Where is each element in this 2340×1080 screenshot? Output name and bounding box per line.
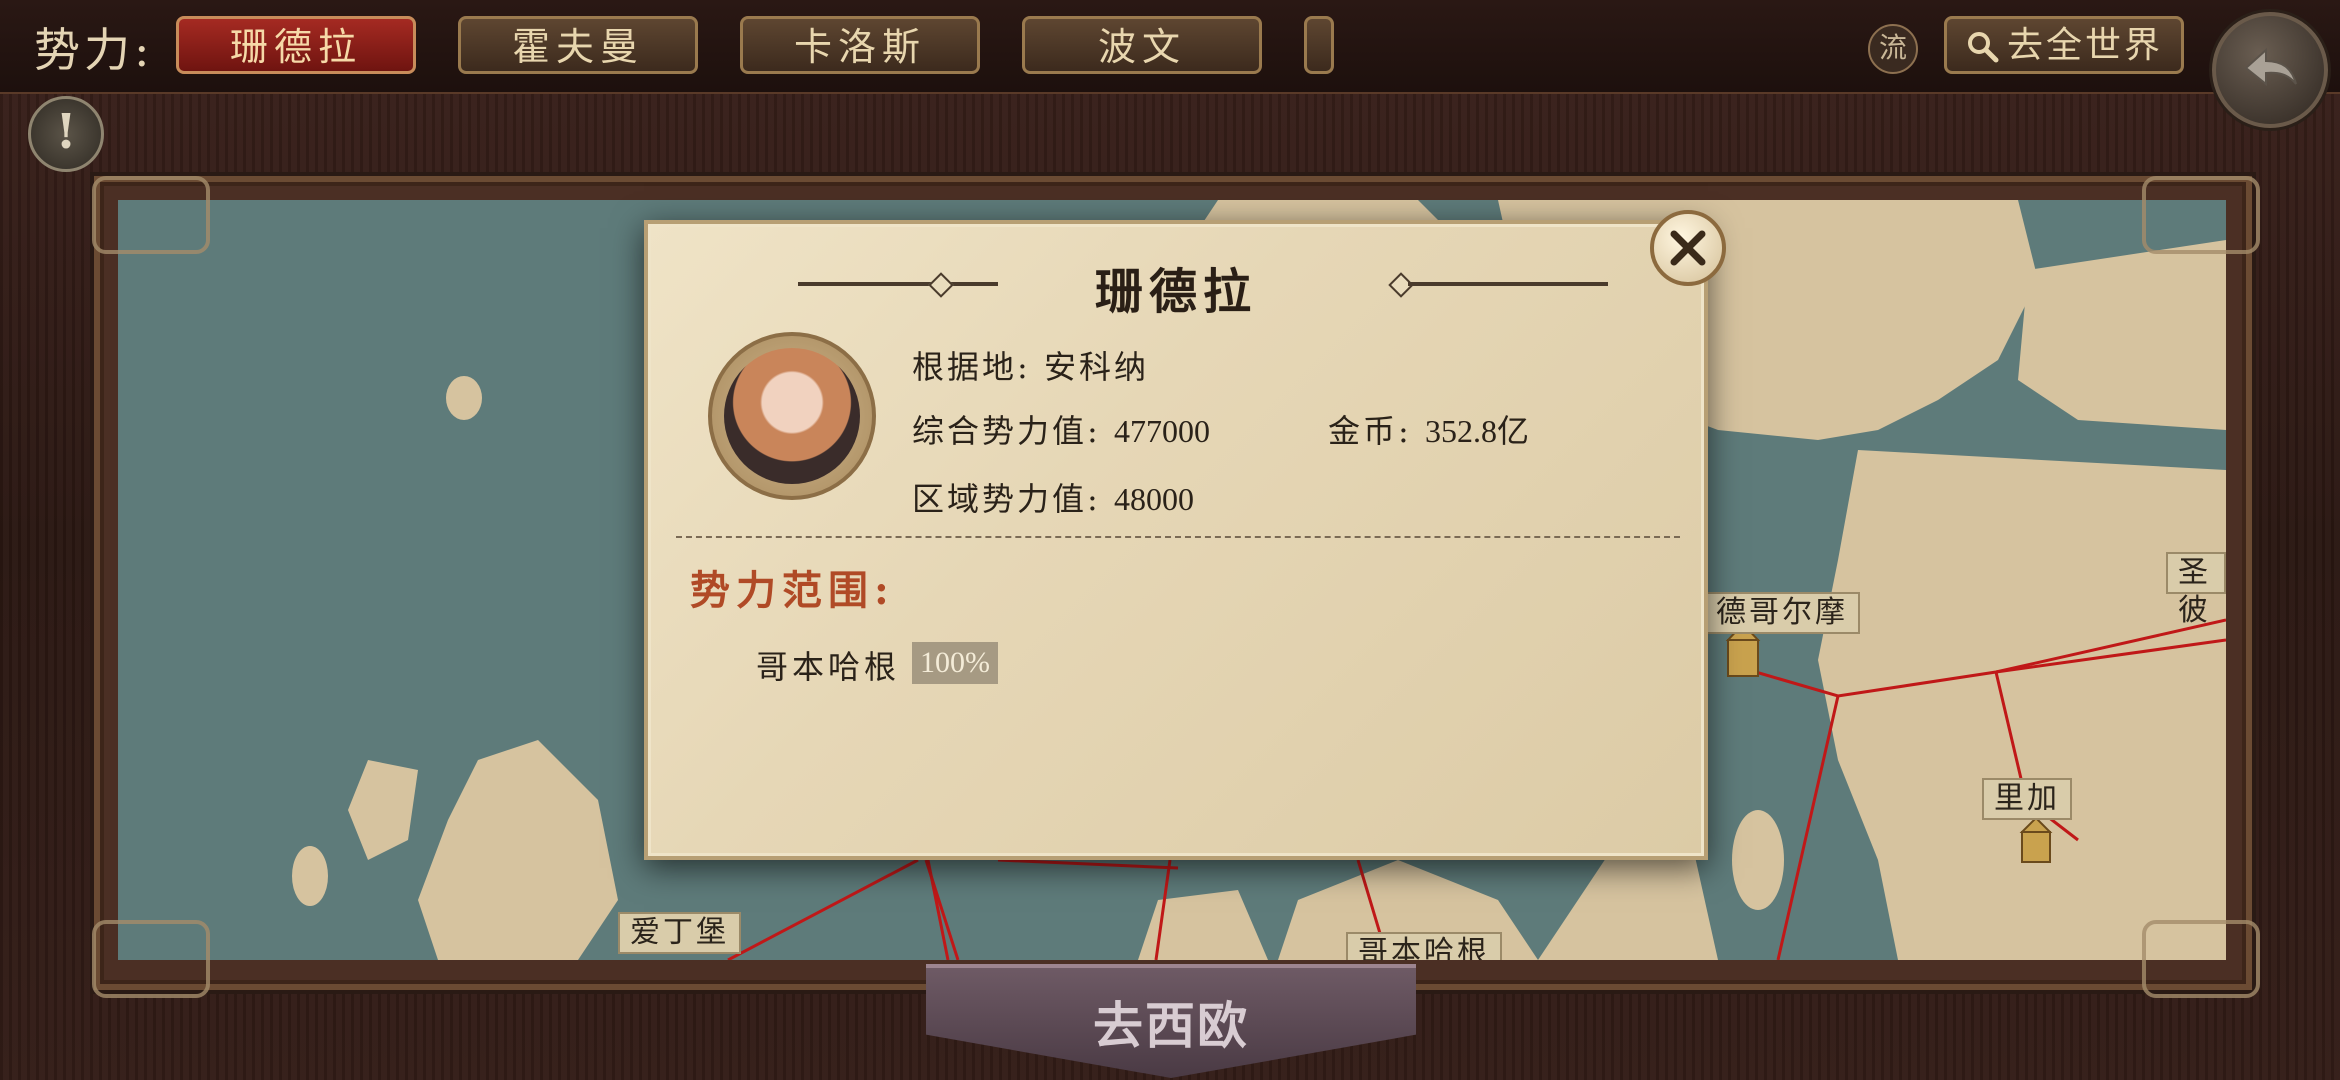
tab-shandela[interactable]: 珊德拉: [176, 16, 416, 74]
leader-portrait: [724, 348, 860, 484]
back-arrow-icon: [2244, 47, 2297, 87]
city-label-edinburgh[interactable]: 爱丁堡: [618, 912, 741, 954]
base-label: 根据地:: [912, 348, 1031, 386]
power-label: 综合势力值:: [912, 412, 1101, 450]
tab-partial[interactable]: [1304, 16, 1334, 74]
back-button[interactable]: [2212, 12, 2328, 128]
frame-corner-ornament: [2142, 176, 2260, 254]
dialog-title: 珊德拉: [1094, 264, 1257, 320]
close-button[interactable]: [1650, 210, 1726, 286]
city-label-riga[interactable]: 里加: [1982, 778, 2072, 820]
top-bar: 势力: 珊德拉 霍夫曼 卡洛斯 波文 流 去全世界: [0, 0, 2340, 128]
go-west-europe-label: 去西欧: [1093, 996, 1249, 1055]
city-label-copenhagen[interactable]: 哥本哈根: [1346, 932, 1502, 960]
base-info: 根据地: 安科纳: [912, 342, 1149, 388]
stream-button[interactable]: 流: [1868, 24, 1918, 74]
frame-corner-ornament: [2142, 920, 2260, 998]
region-label: 区域势力值:: [912, 480, 1101, 518]
go-world-label: 去全世界: [2007, 25, 2164, 66]
search-icon: [1968, 32, 1999, 63]
gold-label: 金币:: [1328, 412, 1412, 450]
faction-info-dialog: 珊德拉 根据地: 安科纳 综合势力值: 477000 金币: 352.8亿 区域…: [644, 210, 1726, 860]
close-icon: [1670, 230, 1706, 266]
city-label-stockholm[interactable]: 德哥尔摩: [1704, 592, 1860, 634]
base-value: 安科纳: [1043, 348, 1149, 386]
faction-label: 势力:: [34, 23, 154, 77]
territory-percent: 100%: [912, 642, 998, 684]
range-title: 势力范围:: [690, 567, 895, 614]
tab-bowen[interactable]: 波文: [1022, 16, 1262, 74]
gold-info: 金币: 352.8亿: [1328, 406, 1529, 452]
frame-corner-ornament: [92, 176, 210, 254]
title-ornament: [1408, 282, 1608, 286]
power-info: 综合势力值: 477000: [912, 406, 1210, 452]
region-value: 48000: [1113, 481, 1194, 517]
power-value: 477000: [1113, 413, 1210, 449]
tab-huofuman[interactable]: 霍夫曼: [458, 16, 698, 74]
city-label-stpetersburg[interactable]: 圣彼: [2166, 552, 2226, 628]
frame-corner-ornament: [92, 920, 210, 998]
leader-avatar: [708, 332, 876, 500]
go-world-button[interactable]: 去全世界: [1944, 16, 2184, 74]
tab-kaluosi[interactable]: 卡洛斯: [740, 16, 980, 74]
territory-name: 哥本哈根: [756, 648, 901, 686]
alert-icon[interactable]: !: [28, 96, 104, 172]
dialog-divider: [676, 536, 1680, 538]
gold-value: 352.8亿: [1424, 413, 1529, 449]
region-info: 区域势力值: 48000: [912, 474, 1194, 520]
